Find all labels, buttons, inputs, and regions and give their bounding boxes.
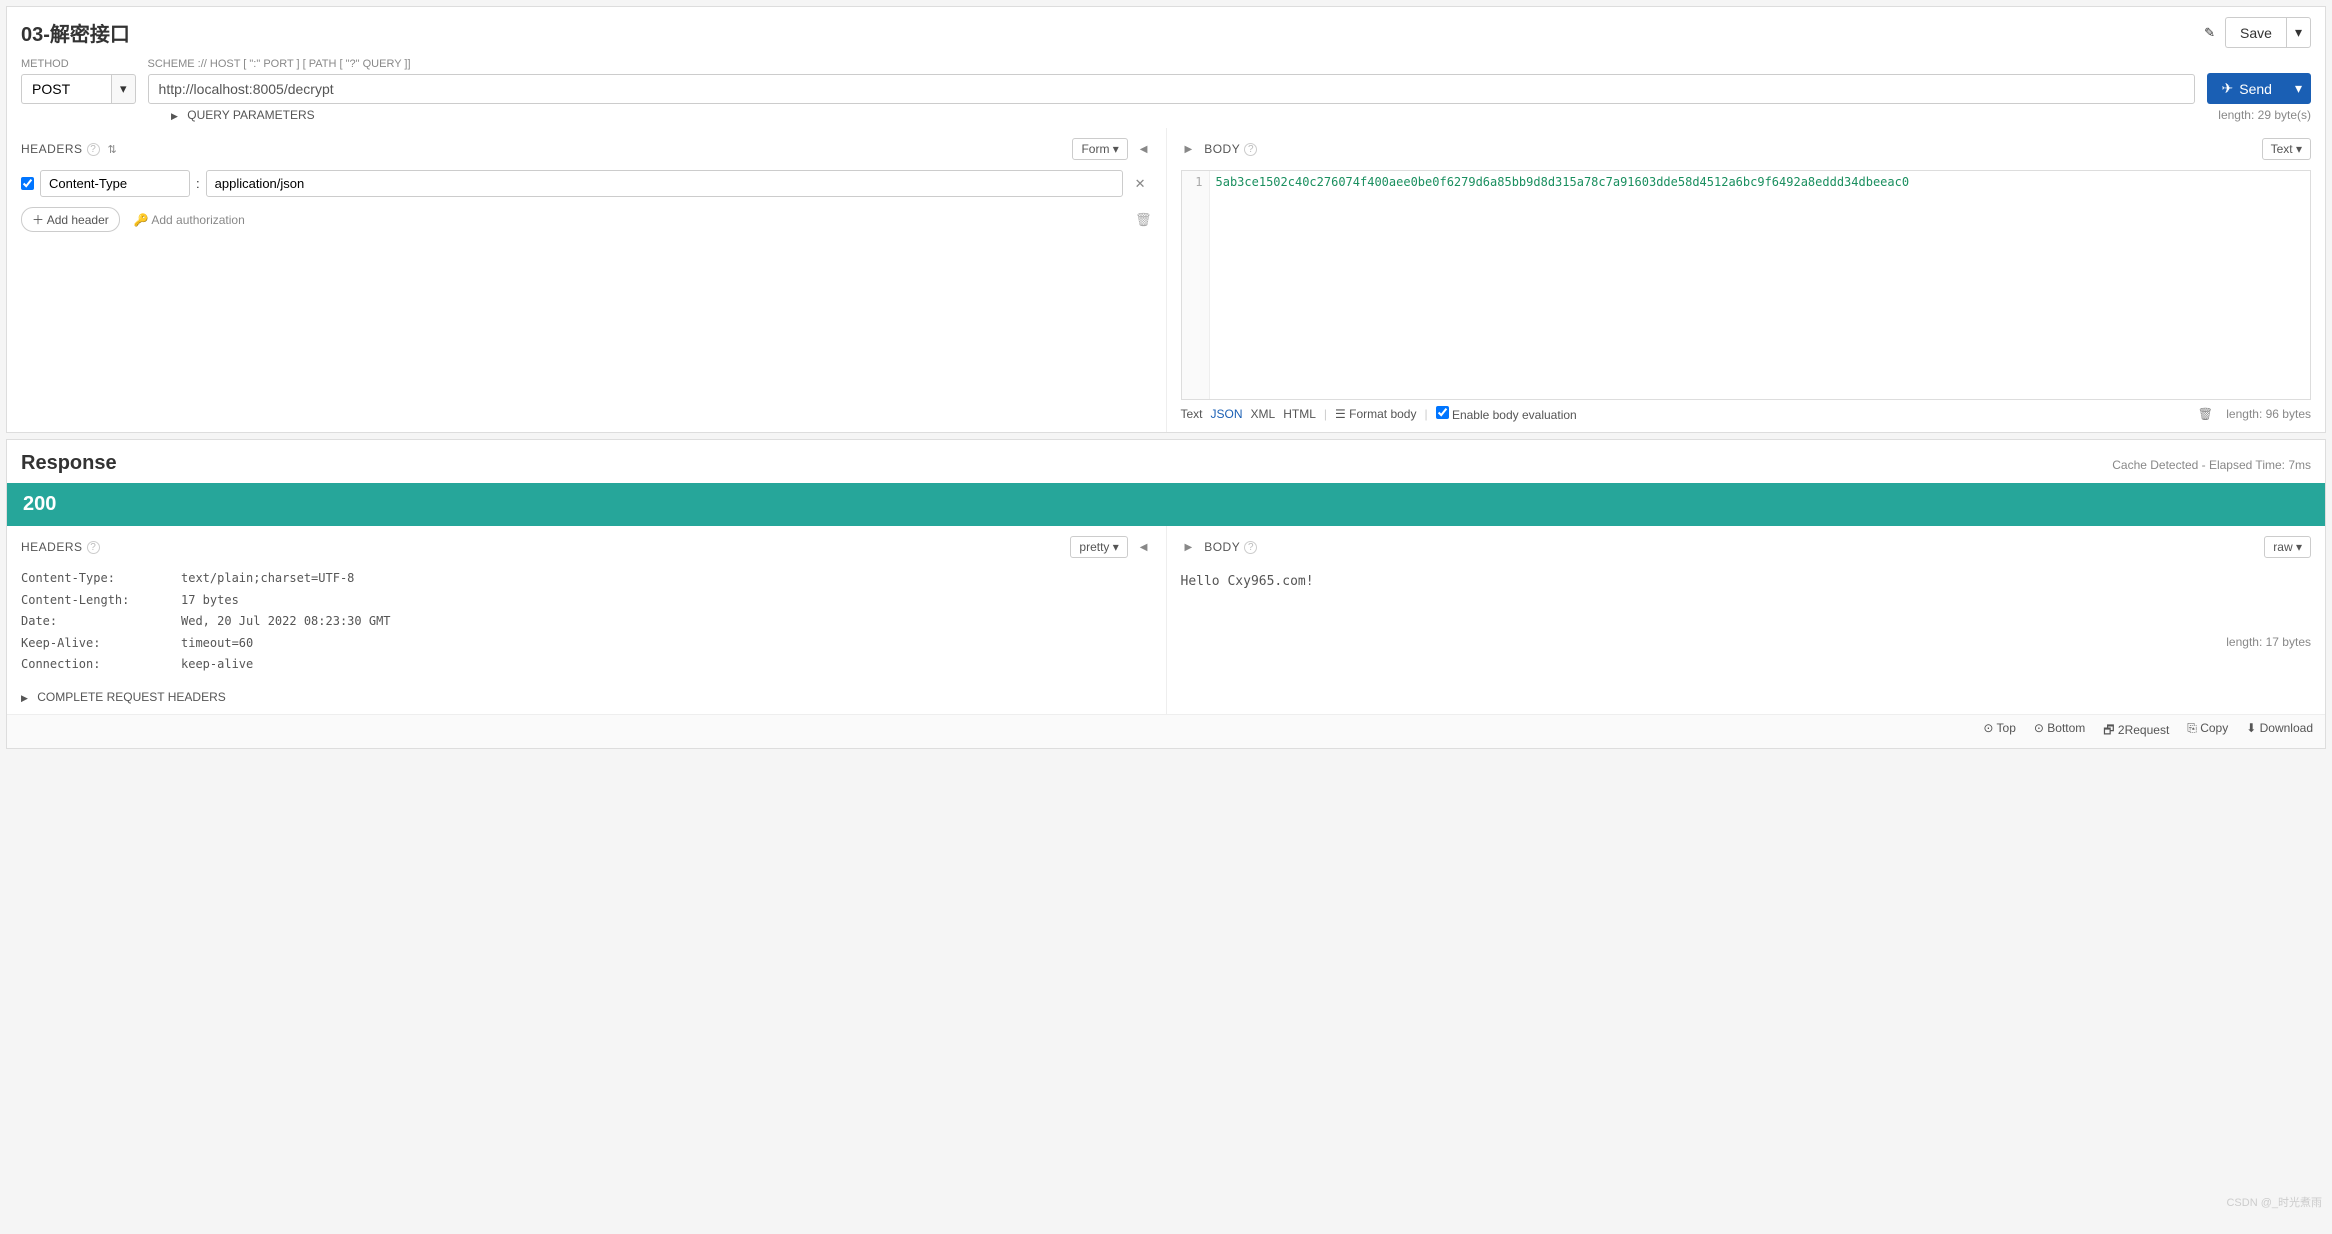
resp-body-mode-select[interactable]: raw ▾	[2264, 536, 2311, 558]
body-mode-select[interactable]: Text ▾	[2262, 138, 2311, 160]
request-card: 03-解密接口 ✎ Save ▾ METHOD ▾ SCHEME :// HOS…	[6, 6, 2326, 433]
send-icon: ✈	[2222, 80, 2234, 97]
format-json[interactable]: JSON	[1211, 407, 1243, 421]
resp-body-length: length: 17 bytes	[1181, 635, 2312, 649]
header-name-input[interactable]	[40, 170, 190, 197]
header-colon: :	[196, 176, 200, 191]
trash-body-icon[interactable]: 🗑	[2198, 407, 2213, 421]
method-label: METHOD	[21, 58, 136, 70]
method-select[interactable]	[21, 74, 111, 104]
status-code: 200	[7, 483, 2325, 526]
send-button[interactable]: ✈ Send	[2207, 73, 2286, 104]
response-card: Response Cache Detected - Elapsed Time: …	[6, 439, 2326, 749]
help-icon[interactable]: ?	[1244, 541, 1257, 554]
format-body-button[interactable]: ☰ Format body	[1335, 407, 1416, 421]
response-body-content: Hello Cxy965.com!	[1181, 568, 2312, 595]
collapse-left-icon[interactable]: ◀	[1136, 144, 1152, 155]
headers-title: HEADERS	[21, 142, 83, 156]
url-column: SCHEME :// HOST [ ":" PORT ] [ PATH [ "?…	[148, 58, 2195, 104]
format-xml[interactable]: XML	[1251, 407, 1276, 421]
download-button[interactable]: ⬇ Download	[2246, 721, 2313, 742]
add-header-button[interactable]: ＋ Add header	[21, 207, 120, 232]
scroll-top-button[interactable]: ⊙ Top	[1983, 721, 2016, 742]
response-headers-panel: HEADERS ? pretty ▾ ◀ Content-Type:text/p…	[7, 526, 1166, 714]
clear-headers-icon[interactable]: 🗑	[1135, 212, 1152, 228]
enable-eval-checkbox[interactable]: Enable body evaluation	[1436, 406, 1577, 422]
url-input[interactable]	[148, 74, 2195, 104]
resp-body-title: BODY	[1204, 540, 1240, 554]
save-dropdown[interactable]: ▾	[2286, 17, 2311, 48]
query-parameters-toggle[interactable]: ▶ QUERY PARAMETERS	[171, 108, 315, 122]
remove-header-icon[interactable]: ✕	[1129, 176, 1152, 192]
send-button-group: ✈ Send ▾	[2207, 73, 2311, 104]
request-body-panel: ▶ BODY ? Text ▾ 1 5ab3ce1502c40c276074f4…	[1167, 128, 2326, 432]
help-icon[interactable]: ?	[87, 143, 100, 156]
request-headers-panel: HEADERS ? ⇅ Form ▾ ◀ : ✕ ＋ Add header 🔑 …	[7, 128, 1166, 432]
response-header-row: Date:Wed, 20 Jul 2022 08:23:30 GMT	[21, 611, 1152, 633]
collapse-left-icon[interactable]: ◀	[1136, 542, 1152, 553]
request-title: 03-解密接口	[21, 18, 2204, 47]
response-title: Response	[21, 452, 117, 475]
line-number: 1	[1182, 171, 1210, 399]
body-length: length: 96 bytes	[2226, 407, 2311, 421]
edit-icon[interactable]: ✎	[2204, 25, 2215, 41]
response-header-row: Keep-Alive:timeout=60	[21, 633, 1152, 655]
resp-headers-title: HEADERS	[21, 540, 83, 554]
body-content[interactable]: 5ab3ce1502c40c276074f400aee0be0f6279d6a8…	[1210, 171, 2311, 399]
url-length: length: 29 byte(s)	[2218, 108, 2311, 122]
method-column: METHOD ▾	[21, 58, 136, 104]
send-dropdown[interactable]: ▾	[2286, 73, 2311, 104]
resp-headers-mode-select[interactable]: pretty ▾	[1070, 536, 1127, 558]
help-icon[interactable]: ?	[1244, 143, 1257, 156]
response-footer: ⊙ Top ⊙ Bottom 🗗 2Request ⎘ Copy ⬇ Downl…	[7, 714, 2325, 748]
help-icon[interactable]: ?	[87, 541, 100, 554]
body-title: BODY	[1204, 142, 1240, 156]
response-body-panel: ▶ BODY ? raw ▾ Hello Cxy965.com! length:…	[1167, 526, 2326, 714]
format-text[interactable]: Text	[1181, 407, 1203, 421]
sort-icon[interactable]: ⇅	[108, 143, 117, 156]
complete-request-headers-toggle[interactable]: ▶ COMPLETE REQUEST HEADERS	[21, 690, 1152, 704]
headers-mode-select[interactable]: Form ▾	[1072, 138, 1127, 160]
scroll-bottom-button[interactable]: ⊙ Bottom	[2034, 721, 2085, 742]
response-header-list: Content-Type:text/plain;charset=UTF-8Con…	[21, 568, 1152, 676]
request-link[interactable]: 🗗 2Request	[2103, 721, 2169, 742]
header-enabled-checkbox[interactable]	[21, 177, 34, 190]
save-button[interactable]: Save	[2225, 17, 2286, 48]
format-html[interactable]: HTML	[1283, 407, 1316, 421]
save-button-group: Save ▾	[2225, 17, 2311, 48]
url-label: SCHEME :// HOST [ ":" PORT ] [ PATH [ "?…	[148, 58, 2195, 70]
response-header-row: Connection:keep-alive	[21, 654, 1152, 676]
collapse-right-icon[interactable]: ▶	[1181, 144, 1197, 155]
watermark: CSDN @_时光煮雨	[2226, 1194, 2322, 1210]
chevron-right-icon: ▶	[21, 693, 28, 703]
add-authorization-link[interactable]: 🔑 Add authorization	[134, 213, 245, 227]
response-header-row: Content-Type:text/plain;charset=UTF-8	[21, 568, 1152, 590]
response-meta: Cache Detected - Elapsed Time: 7ms	[2112, 458, 2311, 472]
header-value-input[interactable]	[206, 170, 1123, 197]
header-row: : ✕	[21, 170, 1152, 197]
copy-button[interactable]: ⎘ Copy	[2187, 721, 2228, 742]
response-header-row: Content-Length:17 bytes	[21, 590, 1152, 612]
chevron-right-icon: ▶	[171, 111, 178, 121]
method-dropdown-icon[interactable]: ▾	[111, 74, 136, 104]
body-editor[interactable]: 1 5ab3ce1502c40c276074f400aee0be0f6279d6…	[1181, 170, 2312, 400]
collapse-right-icon[interactable]: ▶	[1181, 542, 1197, 553]
